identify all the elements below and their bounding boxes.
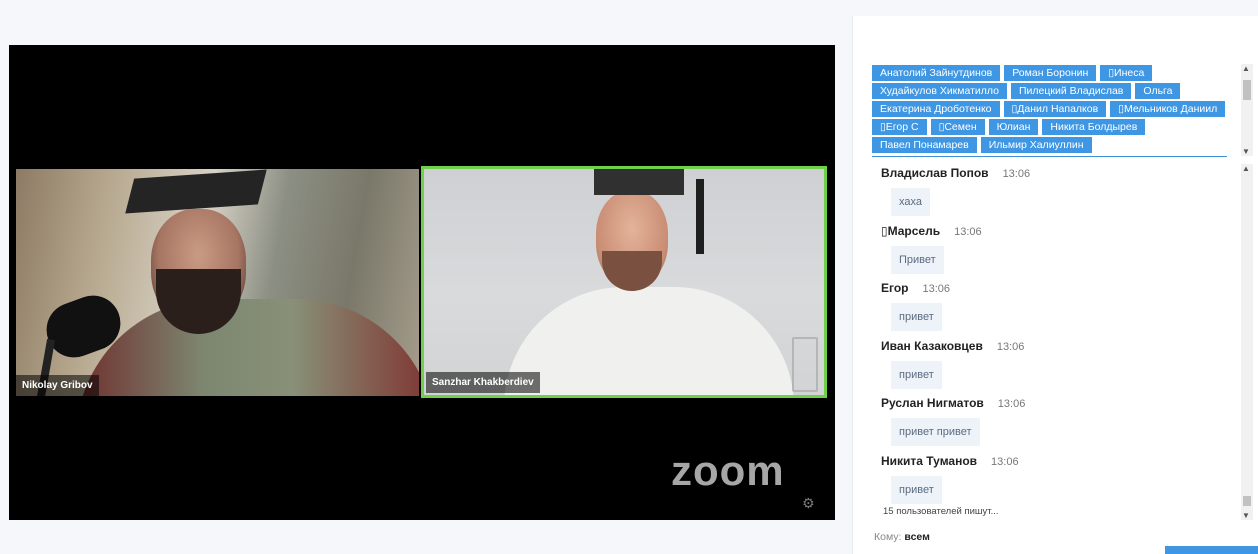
participant-chip[interactable]: Роман Боронин: [1004, 65, 1097, 81]
video-tile-nikolay[interactable]: Nikolay Gribov: [16, 169, 419, 396]
recipient-label: Кому:: [874, 531, 902, 543]
chat-message: Владислав Попов 13:06 хаха: [881, 166, 1030, 216]
message-author: Егор: [881, 281, 909, 295]
message-text: Привет: [891, 245, 944, 274]
participant-chip[interactable]: Ильмир Халиуллин: [980, 137, 1092, 153]
chat-scrollbar[interactable]: ▲ ▼: [1241, 164, 1253, 520]
participant-chip[interactable]: ▯Егор С: [872, 119, 927, 135]
message-author: Иван Казаковцев: [881, 338, 983, 353]
participant-body: [76, 299, 419, 396]
message-header: Никита Туманов 13:06: [881, 454, 1019, 470]
scroll-up-icon[interactable]: ▲: [1242, 64, 1250, 73]
message-time: 13:06: [1002, 168, 1031, 180]
chat-message: Иван Казаковцев 13:06 привет: [881, 339, 1024, 389]
message-header: Егор 13:06: [881, 281, 950, 297]
participant-chip[interactable]: ▯Мельников Даниил: [1110, 101, 1226, 117]
chat-message: ▯Марсель 13:06 Привет: [881, 224, 982, 274]
message-time: 13:06: [922, 283, 951, 295]
graduation-cap: [125, 169, 267, 214]
message-text: привет привет: [891, 418, 980, 446]
participant-chip[interactable]: Пилецкий Владислав: [1011, 83, 1132, 99]
glass: [792, 337, 818, 392]
recipient-value: всем: [904, 531, 930, 543]
participant-chip[interactable]: Ольга: [1135, 83, 1181, 99]
message-time: 13:06: [954, 225, 982, 238]
send-button[interactable]: [1165, 546, 1258, 554]
participant-chip[interactable]: Худайкулов Хикматилло: [872, 83, 1007, 99]
message-header: ▯Марсель 13:06: [881, 224, 982, 240]
participant-chip[interactable]: Юлиан: [988, 119, 1039, 135]
participant-name-tag: Nikolay Gribov: [16, 375, 99, 396]
message-time: 13:06: [996, 340, 1025, 353]
participant-chip[interactable]: ▯Данил Напалков: [1003, 101, 1107, 117]
message-text: хаха: [891, 188, 930, 216]
chat-message: Егор 13:06 привет: [881, 281, 950, 331]
participant-chip[interactable]: Анатолий Зайнутдинов: [872, 65, 1001, 81]
zoom-logo: zoom: [671, 447, 785, 494]
message-text: привет: [891, 303, 942, 331]
participant-chip[interactable]: Екатерина Дроботенко: [872, 101, 1000, 117]
chat-message: Руслан Нигматов 13:06 привет привет: [881, 396, 1025, 446]
message-header: Иван Казаковцев 13:06: [881, 339, 1024, 355]
message-header: Владислав Попов 13:06: [881, 166, 1030, 182]
participant-name-tag: Sanzhar Khakberdiev: [426, 372, 540, 393]
video-panel: Nikolay Gribov Sanzhar Khakberdiev zoom …: [9, 45, 835, 520]
graduation-cap: [594, 169, 684, 195]
scrollbar-thumb[interactable]: [1243, 496, 1251, 506]
chat-message: Никита Туманов 13:06 привет: [881, 454, 1019, 504]
message-author: Владислав Попов: [881, 166, 989, 180]
participant-chip[interactable]: Павел Понамарев: [872, 137, 977, 153]
message-author: ▯Марсель: [881, 223, 941, 238]
message-header: Руслан Нигматов 13:06: [881, 396, 1025, 412]
chat-panel: Анатолий Зайнутдинов Роман Боронин ▯Инеса Х…: [852, 16, 1258, 554]
recipient-selector[interactable]: Кому: всем: [874, 531, 930, 543]
participant-beard: [602, 251, 662, 291]
participant-body: [504, 287, 794, 395]
message-text: привет: [891, 360, 942, 389]
message-time: 13:06: [991, 455, 1019, 468]
gear-icon[interactable]: ⚙: [802, 495, 815, 512]
message-text: привет: [891, 475, 942, 504]
chat-messages: 15 пользователей пишут... Владислав Попо…: [853, 162, 1239, 530]
typing-indicator: 15 пользователей пишут...: [883, 506, 999, 517]
participant-scrollbar[interactable]: ▲ ▼: [1241, 64, 1253, 156]
video-tile-sanzhar[interactable]: Sanzhar Khakberdiev: [421, 166, 827, 398]
scrollbar-thumb[interactable]: [1243, 80, 1251, 100]
message-time: 13:06: [997, 398, 1026, 410]
participant-chip[interactable]: ▯Инеса: [1100, 65, 1153, 81]
cap-tassel: [696, 179, 704, 254]
message-author: Никита Туманов: [881, 453, 978, 468]
participant-chip[interactable]: Никита Болдырев: [1042, 119, 1146, 135]
participant-chip[interactable]: ▯Семен: [930, 119, 985, 135]
participant-list: Анатолий Зайнутдинов Роман Боронин ▯Инеса Х…: [872, 65, 1227, 157]
scroll-down-icon[interactable]: ▼: [1242, 511, 1250, 520]
scroll-up-icon[interactable]: ▲: [1242, 164, 1250, 173]
message-author: Руслан Нигматов: [881, 396, 984, 410]
scroll-down-icon[interactable]: ▼: [1242, 147, 1250, 156]
